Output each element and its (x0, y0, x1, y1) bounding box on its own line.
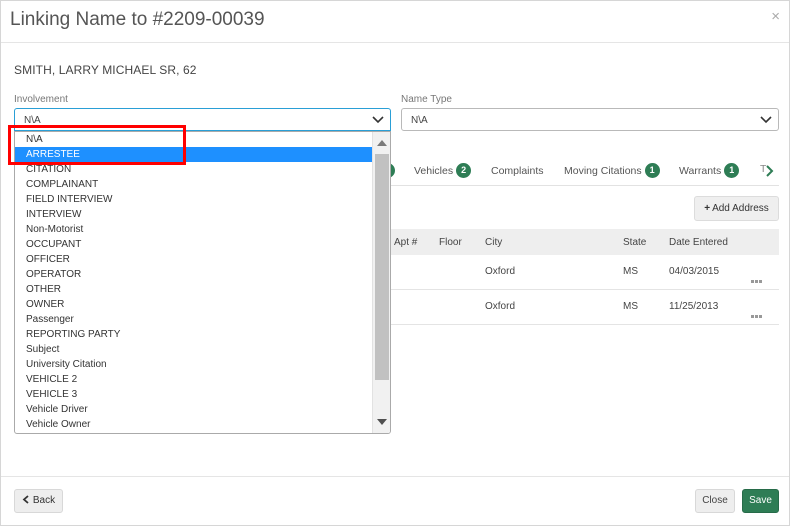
involvement-label: Involvement (14, 94, 68, 105)
chevron-left-icon (22, 495, 29, 504)
col-apt: Apt # (394, 237, 418, 248)
address-table-header: Apt # Floor City State Date Entered (391, 229, 779, 255)
scroll-up-icon[interactable] (377, 140, 387, 146)
dropdown-option[interactable]: CITATION (15, 162, 372, 177)
close-button[interactable]: Close (695, 489, 735, 513)
involvement-value: N\A (24, 115, 41, 126)
dropdown-option[interactable]: N\A (15, 132, 372, 147)
dropdown-option[interactable]: Non-Motorist (15, 222, 372, 237)
modal-title: Linking Name to #2209-00039 (10, 9, 265, 30)
name-type-select[interactable]: N\A (401, 108, 779, 131)
dropdown-options: N\A ARRESTEE CITATION COMPLAINANT FIELD INTE… (15, 132, 372, 432)
tab-count-badge: 2 (456, 163, 472, 178)
cell-state: MS (623, 301, 638, 312)
footer-divider (1, 476, 789, 477)
tab-label: Warrants (679, 165, 722, 177)
tab-warrants[interactable]: Warrants 1 (679, 163, 740, 179)
cell-state: MS (623, 266, 638, 277)
col-date-entered: Date Entered (669, 237, 728, 248)
close-icon[interactable]: × (771, 8, 780, 25)
cell-city: Oxford (485, 301, 516, 312)
dropdown-option[interactable]: OPERATOR (15, 267, 372, 282)
dropdown-option[interactable]: FIELD INTERVIEW (15, 192, 372, 207)
tab-complaints[interactable]: Complaints (491, 163, 544, 179)
tab-label: Complaints (491, 165, 544, 177)
dropdown-option[interactable]: VEHICLE 3 (15, 387, 372, 402)
save-label: Save (749, 495, 772, 506)
cell-date: 11/25/2013 (669, 301, 719, 312)
person-name: SMITH, LARRY MICHAEL SR, 62 (14, 63, 197, 77)
dropdown-option[interactable]: REPORTING PARTY (15, 327, 372, 342)
involvement-dropdown-list[interactable]: N\A ARRESTEE CITATION COMPLAINANT FIELD INTE… (14, 131, 391, 434)
tab-count-badge: 1 (644, 163, 660, 178)
link-name-modal: Linking Name to #2209-00039 × SMITH, LAR… (0, 0, 790, 526)
dropdown-option[interactable]: University Citation (15, 357, 372, 372)
chevron-right-icon[interactable] (764, 164, 774, 178)
tab-count-badge: 1 (724, 163, 740, 178)
table-row[interactable]: Oxford MS 04/03/2015 (391, 255, 779, 290)
cell-date: 04/03/2015 (669, 266, 720, 277)
dropdown-option[interactable]: OTHER (15, 282, 372, 297)
dropdown-option[interactable]: OCCUPANT (15, 237, 372, 252)
dropdown-scrollbar[interactable] (372, 132, 390, 433)
involvement-select[interactable]: N\A (14, 108, 391, 131)
dropdown-option[interactable]: Subject (15, 342, 372, 357)
tab-vehicles[interactable]: Vehicles 2 (414, 163, 472, 179)
dropdown-option[interactable]: OWNER (15, 297, 372, 312)
dropdown-option[interactable]: Vehicle Owner (15, 417, 372, 432)
cell-city: Oxford (485, 266, 516, 277)
back-button[interactable]: Back (14, 489, 63, 513)
dropdown-option[interactable]: Passenger (15, 312, 372, 327)
dropdown-option[interactable]: Vehicle Driver (15, 402, 372, 417)
modal-header: Linking Name to #2209-00039 × (1, 1, 789, 43)
col-city: City (485, 237, 503, 248)
name-type-label: Name Type (401, 94, 452, 105)
dropdown-option[interactable]: INTERVIEW (15, 207, 372, 222)
chevron-down-icon (372, 116, 384, 124)
more-options-icon[interactable] (751, 270, 767, 283)
name-type-value: N\A (411, 115, 428, 126)
chevron-down-icon (760, 116, 772, 124)
col-floor: Floor (439, 237, 462, 248)
dropdown-option[interactable]: ARRESTEE (15, 147, 372, 162)
dropdown-option[interactable]: COMPLAINANT (15, 177, 372, 192)
more-options-icon[interactable] (751, 305, 767, 318)
tab-label: Moving Citations (564, 165, 642, 177)
scrollbar-thumb[interactable] (375, 154, 389, 380)
tab-label: Vehicles (414, 165, 454, 177)
tab-moving-citations[interactable]: Moving Citations 1 (564, 163, 660, 179)
table-row[interactable]: Oxford MS 11/25/2013 (391, 290, 779, 325)
col-state: State (623, 237, 647, 248)
tab-divider (391, 185, 779, 186)
back-label: Back (32, 495, 56, 506)
add-address-label: Add Address (712, 203, 769, 214)
save-button[interactable]: Save (742, 489, 779, 513)
close-label: Close (702, 495, 728, 506)
dropdown-option[interactable]: OFFICER (15, 252, 372, 267)
scroll-down-icon[interactable] (377, 419, 387, 425)
dropdown-option[interactable]: VEHICLE 2 (15, 372, 372, 387)
plus-icon: + (704, 203, 711, 214)
add-address-button[interactable]: + Add Address (694, 196, 779, 221)
